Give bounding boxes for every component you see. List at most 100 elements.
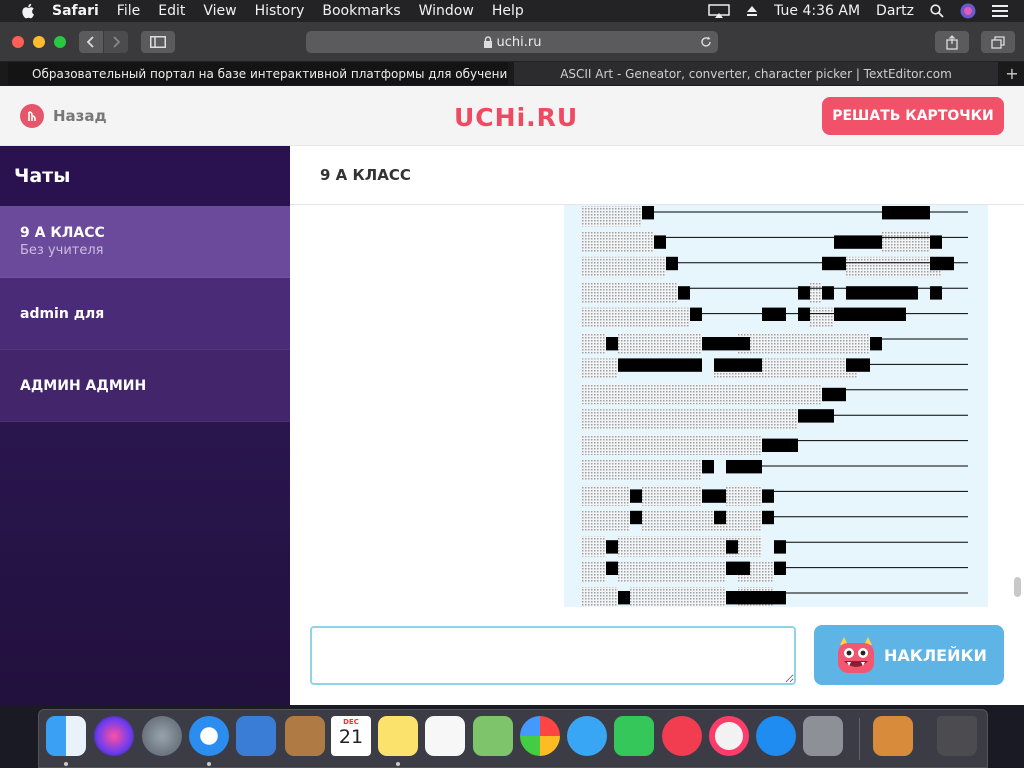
sidebar-toggle-button[interactable] bbox=[141, 31, 175, 53]
ascii-shade bbox=[582, 460, 702, 481]
minimize-window-button[interactable] bbox=[33, 36, 45, 48]
facetime-icon[interactable] bbox=[614, 716, 654, 756]
menu-bookmarks[interactable]: Bookmarks bbox=[322, 3, 400, 19]
tab-ascii-art[interactable]: ASCII Art - Geneator, converter, charact… bbox=[514, 62, 998, 85]
messages-icon[interactable] bbox=[567, 716, 607, 756]
message-scrollbar[interactable] bbox=[1014, 577, 1021, 597]
zoom-window-button[interactable] bbox=[54, 36, 66, 48]
notification-center-icon[interactable] bbox=[992, 5, 1008, 17]
ascii-block bbox=[846, 358, 858, 372]
stickers-label: НАКЛЕЙКИ bbox=[884, 645, 987, 665]
chevron-right-icon bbox=[113, 36, 121, 48]
address-bar[interactable]: uchi.ru bbox=[306, 31, 718, 53]
ascii-shade bbox=[726, 510, 762, 532]
safari-icon[interactable] bbox=[189, 716, 229, 756]
ascii-block bbox=[762, 489, 774, 503]
trash-icon[interactable] bbox=[937, 716, 977, 756]
chat-item-9a-class[interactable]: 9 А КЛАСС Без учителя bbox=[0, 206, 290, 278]
tab-bar: Образовательный портал на базе интеракти… bbox=[0, 62, 1024, 85]
ascii-block bbox=[738, 337, 750, 351]
ascii-block bbox=[702, 337, 738, 351]
chat-item-name: admin для bbox=[20, 305, 105, 322]
forward-button[interactable] bbox=[104, 31, 128, 53]
spotlight-search-icon[interactable] bbox=[930, 4, 944, 18]
ascii-block bbox=[942, 256, 954, 271]
ascii-block bbox=[762, 307, 786, 321]
back-label: Назад bbox=[53, 107, 107, 125]
calculator-icon[interactable] bbox=[873, 716, 913, 756]
ascii-shade bbox=[738, 333, 870, 354]
new-tab-button[interactable]: + bbox=[1000, 62, 1024, 85]
ascii-block bbox=[762, 510, 774, 525]
ascii-shade bbox=[810, 307, 834, 328]
ascii-shade bbox=[582, 561, 606, 582]
ascii-block bbox=[834, 256, 846, 271]
apple-icon[interactable] bbox=[20, 2, 38, 20]
photos-icon[interactable] bbox=[520, 716, 560, 756]
menu-history[interactable]: History bbox=[255, 3, 305, 19]
ascii-block bbox=[690, 358, 702, 372]
safari-toolbar: uchi.ru bbox=[0, 22, 1024, 62]
ascii-block bbox=[774, 540, 786, 554]
close-window-button[interactable] bbox=[12, 36, 24, 48]
share-button[interactable] bbox=[935, 31, 969, 53]
contacts-icon[interactable] bbox=[285, 716, 325, 756]
ascii-shade bbox=[582, 307, 690, 328]
back-button[interactable] bbox=[79, 31, 103, 53]
solve-cards-button[interactable]: РЕШАТЬ КАРТОЧКИ bbox=[822, 97, 1004, 135]
ascii-block bbox=[714, 358, 762, 372]
show-all-tabs-button[interactable] bbox=[981, 31, 1015, 53]
ascii-block bbox=[702, 460, 714, 474]
ascii-block bbox=[726, 561, 738, 575]
ascii-block bbox=[642, 358, 690, 372]
system-preferences-icon[interactable] bbox=[803, 716, 843, 756]
menu-app-safari[interactable]: Safari bbox=[52, 3, 99, 19]
menu-view[interactable]: View bbox=[203, 3, 236, 19]
uchi-logo[interactable]: UCHi.RU bbox=[454, 103, 578, 132]
ascii-block bbox=[894, 307, 906, 321]
notes-icon[interactable] bbox=[378, 716, 418, 756]
chat-item-admin[interactable]: admin для bbox=[0, 278, 290, 350]
news-icon[interactable] bbox=[662, 716, 702, 756]
menu-edit[interactable]: Edit bbox=[158, 3, 185, 19]
launchpad-icon[interactable] bbox=[142, 716, 182, 756]
ascii-block bbox=[858, 358, 870, 372]
mail-icon[interactable] bbox=[236, 716, 276, 756]
ascii-block bbox=[882, 206, 930, 220]
stickers-button[interactable]: НАКЛЕЙКИ bbox=[814, 625, 1004, 685]
tab-uchi-portal[interactable]: Образовательный портал на базе интеракти… bbox=[8, 62, 508, 85]
menu-window[interactable]: Window bbox=[419, 3, 474, 19]
calendar-icon[interactable]: DEC 21 bbox=[331, 716, 371, 756]
ascii-shade bbox=[582, 587, 618, 607]
ascii-block bbox=[870, 337, 882, 351]
reminders-icon[interactable] bbox=[425, 716, 465, 756]
finder-icon[interactable] bbox=[46, 716, 86, 756]
eject-icon[interactable] bbox=[746, 5, 758, 17]
app-store-icon[interactable] bbox=[756, 716, 796, 756]
chat-item-admin-admin[interactable]: АДМИН АДМИН bbox=[0, 350, 290, 422]
ascii-block bbox=[930, 256, 942, 271]
music-icon[interactable] bbox=[709, 716, 749, 756]
ascii-block bbox=[810, 409, 834, 423]
menu-file[interactable]: File bbox=[117, 3, 140, 19]
maps-icon[interactable] bbox=[473, 716, 513, 756]
ascii-block bbox=[642, 206, 654, 220]
ascii-block bbox=[774, 591, 786, 605]
menu-help[interactable]: Help bbox=[492, 3, 524, 19]
ascii-shade bbox=[582, 333, 606, 354]
message-input[interactable] bbox=[310, 626, 796, 685]
siri-icon[interactable] bbox=[94, 716, 134, 756]
siri-icon[interactable] bbox=[960, 3, 976, 19]
menubar-user[interactable]: Dartz bbox=[876, 3, 914, 19]
ascii-block bbox=[822, 256, 834, 271]
tab-title: Образовательный портал на базе интеракти… bbox=[32, 66, 508, 81]
reload-icon[interactable] bbox=[700, 36, 712, 48]
ascii-block bbox=[834, 387, 846, 402]
uchi-page: Назад UCHi.RU РЕШАТЬ КАРТОЧКИ Чаты 9 А К… bbox=[0, 86, 1024, 705]
ascii-block bbox=[606, 540, 618, 554]
ascii-block bbox=[726, 591, 738, 605]
menubar-clock[interactable]: Tue 4:36 AM bbox=[774, 3, 860, 19]
airplay-display-icon[interactable] bbox=[708, 4, 730, 18]
back-link[interactable]: Назад bbox=[20, 104, 107, 128]
ascii-shade bbox=[582, 256, 666, 278]
